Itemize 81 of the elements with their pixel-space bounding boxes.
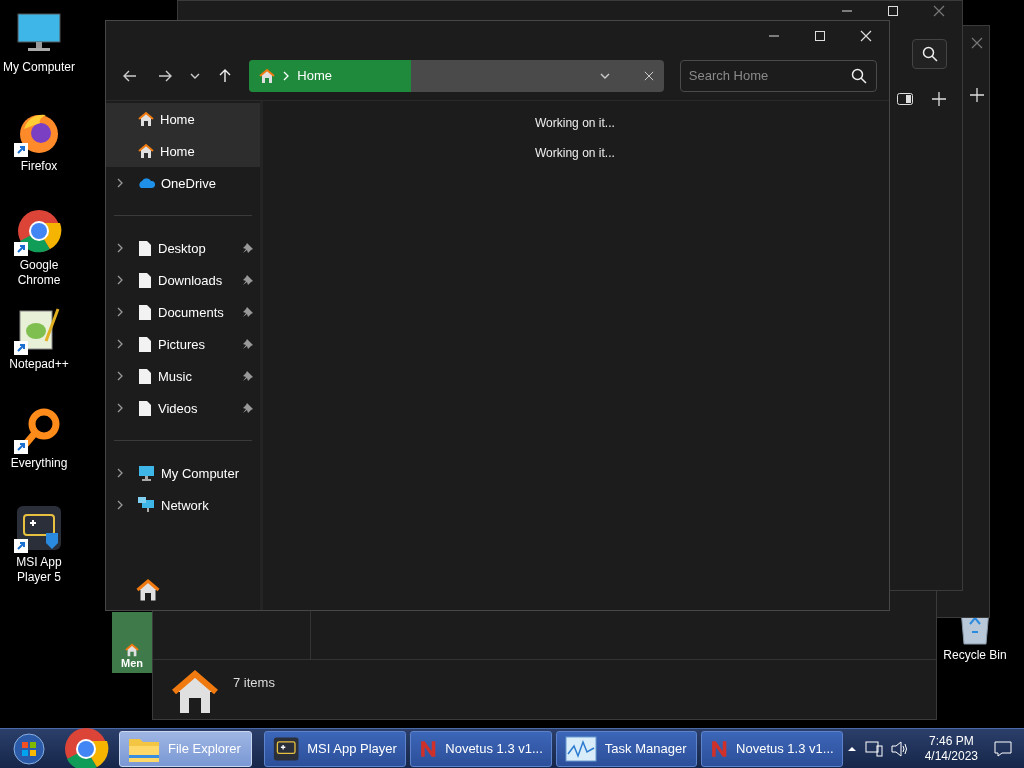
desktop-icon-label[interactable]: Firefox	[1, 159, 77, 174]
sidebar-item[interactable]: Downloads	[106, 264, 260, 296]
pane-icon	[897, 93, 913, 105]
gamepad-icon	[16, 505, 62, 551]
desktop-icon-label[interactable]: MSI App Player 5	[1, 555, 77, 585]
chevron-icon[interactable]	[116, 243, 124, 253]
back-arrow-icon	[123, 69, 138, 82]
caret-up-icon[interactable]	[846, 745, 857, 752]
monitor-icon	[16, 12, 62, 54]
taskbar-button[interactable]: Task Manager	[555, 730, 697, 767]
sidebar-item[interactable]: Desktop	[106, 232, 260, 264]
chrome-icon	[63, 725, 110, 768]
address-bar[interactable]: Home	[249, 59, 664, 92]
taskbar-button[interactable]: Novetus 1.3 v1...	[700, 730, 843, 767]
sidebar-item[interactable]: Pictures	[106, 328, 260, 360]
chevron-icon[interactable]	[116, 307, 124, 317]
forward-arrow-icon	[157, 69, 172, 82]
close-icon	[933, 5, 945, 17]
close-icon	[971, 37, 983, 49]
chart-icon	[564, 735, 597, 762]
sidebar-item[interactable]: Music	[106, 360, 260, 392]
network-icon	[138, 497, 155, 513]
chevron-icon[interactable]	[116, 339, 124, 349]
desktop-icon-label[interactable]: Recycle Bin	[937, 648, 1013, 663]
windows-logo-icon	[12, 732, 45, 765]
maximize-icon	[887, 5, 899, 17]
chevron-icon[interactable]	[116, 275, 124, 285]
home-icon	[259, 67, 276, 84]
status-message: Working on it...	[535, 116, 615, 130]
sidebar-item[interactable]: My Computer	[106, 457, 260, 489]
chevron-icon[interactable]	[116, 371, 124, 381]
home-icon	[138, 111, 154, 127]
pin-icon	[242, 338, 254, 350]
taskbar-button[interactable]: MSI App Player	[263, 730, 406, 767]
search-icon	[921, 46, 938, 62]
close-icon	[860, 30, 872, 42]
home-icon	[138, 143, 154, 159]
search-field[interactable]: Search Home	[679, 59, 877, 92]
chevron-icon[interactable]	[116, 468, 124, 478]
pin-icon	[242, 242, 254, 254]
house-icon	[125, 643, 139, 657]
notification-icon[interactable]	[994, 740, 1012, 757]
house-icon	[171, 668, 219, 716]
taskbar-button[interactable]: Novetus 1.3 v1...	[409, 730, 552, 767]
plus-icon	[970, 88, 984, 102]
pin-icon	[242, 370, 254, 382]
sidebar-item[interactable]: Network	[106, 489, 260, 521]
sidebar-item[interactable]: Home	[106, 103, 260, 135]
sidebar-item[interactable]: Videos	[106, 392, 260, 424]
chrome-icon	[16, 208, 62, 254]
pin-icon	[242, 306, 254, 318]
clock[interactable]: 7:46 PM 4/14/2023	[924, 733, 978, 764]
desktop-icon-label[interactable]: Google Chrome	[1, 258, 77, 288]
cloud-icon	[138, 177, 155, 189]
caret-icon	[189, 72, 200, 79]
status-message: Working on it...	[535, 146, 615, 160]
desktop-icon-label[interactable]: Everything	[1, 456, 77, 471]
desktop-icon-label[interactable]: Notepad++	[1, 357, 77, 372]
item-count: 7 items	[233, 675, 275, 690]
sidebar-item[interactable]: Documents	[106, 296, 260, 328]
close-icon	[643, 70, 654, 81]
chevron-icon[interactable]	[116, 500, 124, 510]
up-arrow-icon	[219, 68, 232, 83]
volume-icon[interactable]	[890, 740, 909, 757]
sidebar-item[interactable]: Home	[106, 135, 260, 167]
notepad-icon	[16, 307, 62, 353]
chevron-icon[interactable]	[116, 403, 124, 413]
chevron-icon[interactable]	[116, 178, 124, 188]
search-button[interactable]	[912, 39, 947, 69]
maximize-icon	[814, 30, 826, 42]
chevron-icon	[283, 70, 290, 81]
search-icon	[851, 67, 867, 84]
network-icon[interactable]	[864, 740, 883, 757]
sidebar-item[interactable]: OneDrive	[106, 167, 260, 199]
pin-icon	[242, 274, 254, 286]
desktop-icon-label[interactable]: My Computer	[1, 60, 77, 75]
monitor-icon	[138, 465, 155, 481]
menu-tile[interactable]: Men	[112, 612, 152, 673]
pin-icon	[242, 402, 254, 414]
caret-icon	[599, 72, 610, 79]
plus-icon	[932, 92, 946, 106]
